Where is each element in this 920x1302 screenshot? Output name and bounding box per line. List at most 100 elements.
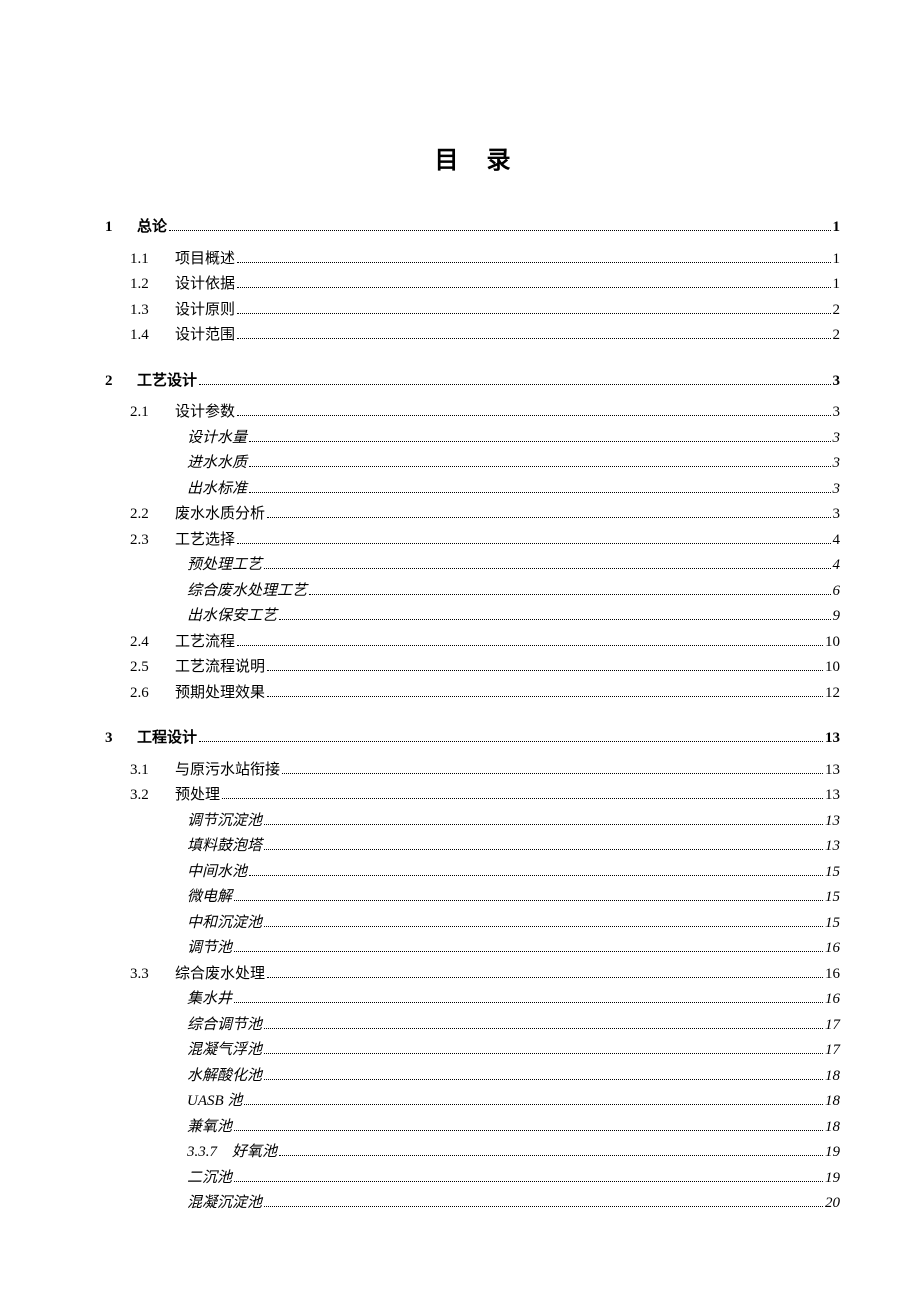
toc-entry: UASB 池 18 — [105, 1089, 840, 1115]
toc-page-number: 20 — [825, 1191, 840, 1217]
toc-page-number: 16 — [825, 936, 840, 962]
toc-page-number: 10 — [825, 655, 840, 681]
document-page: 目录 1总论11.1项目概述11.2设计依据11.3设计原则21.4设计范围22… — [0, 0, 920, 1277]
toc-entry: 1.4设计范围 2 — [105, 323, 840, 349]
toc-leader — [267, 977, 823, 978]
toc-entry: 2.1设计参数 3 — [105, 400, 840, 426]
toc-label: 调节沉淀池 — [187, 809, 262, 835]
toc-entry: 出水标准3 — [105, 477, 840, 503]
toc-label: 总论 — [137, 215, 167, 241]
toc-entry: 集水井 16 — [105, 987, 840, 1013]
toc-leader — [169, 230, 830, 231]
toc-page-number: 3 — [833, 426, 841, 452]
toc-page-number: 13 — [825, 726, 840, 752]
toc-page-number: 4 — [833, 528, 841, 554]
toc-label: 进水水质 — [187, 451, 247, 477]
toc-number: 2.6 — [130, 681, 175, 707]
toc-entry: 出水保安工艺9 — [105, 604, 840, 630]
toc-leader — [264, 1053, 823, 1054]
toc-label: 项目概述 — [175, 247, 235, 273]
toc-label: 设计依据 — [175, 272, 235, 298]
toc-leader — [244, 1104, 823, 1105]
toc-number: 1.3 — [130, 298, 175, 324]
toc-page-number: 6 — [833, 579, 841, 605]
toc-entry: 1.1项目概述 1 — [105, 247, 840, 273]
toc-page-number: 13 — [825, 758, 840, 784]
toc-page-number: 3 — [833, 451, 841, 477]
toc-page-number: 3 — [833, 477, 841, 503]
toc-leader — [309, 594, 830, 595]
toc-leader — [237, 415, 830, 416]
toc-page-number: 9 — [833, 604, 841, 630]
toc-label: 兼氧池 — [187, 1115, 232, 1141]
toc-label: 与原污水站衔接 — [175, 758, 280, 784]
toc-page-number: 2 — [833, 323, 841, 349]
toc-label: 中间水池 — [187, 860, 247, 886]
toc-page-number: 16 — [825, 962, 840, 988]
toc-label: 设计范围 — [175, 323, 235, 349]
toc-page-number: 4 — [833, 553, 841, 579]
toc-number: 2.5 — [130, 655, 175, 681]
toc-leader — [282, 773, 823, 774]
toc-page-number: 18 — [825, 1115, 840, 1141]
toc-number: 1.1 — [130, 247, 175, 273]
toc-number: 2.1 — [130, 400, 175, 426]
toc-entry: 1总论1 — [105, 215, 840, 241]
toc-page-number: 15 — [825, 911, 840, 937]
toc-label: 调节池 — [187, 936, 232, 962]
toc-label: 预处理 — [175, 783, 220, 809]
toc-label: 工艺设计 — [137, 369, 197, 395]
toc-leader — [264, 849, 823, 850]
toc-entry: 1.2设计依据1 — [105, 272, 840, 298]
toc-entry: 2.5工艺流程说明10 — [105, 655, 840, 681]
toc-page-number: 16 — [825, 987, 840, 1013]
toc-page-number: 15 — [825, 860, 840, 886]
toc-page-number: 13 — [825, 783, 840, 809]
toc-label: 填料鼓泡塔 — [187, 834, 262, 860]
toc-number: 3.2 — [130, 783, 175, 809]
toc-leader — [264, 1079, 823, 1080]
toc-entry: 1.3设计原则2 — [105, 298, 840, 324]
toc-page-number: 1 — [833, 247, 841, 273]
toc-entry: 进水水质 3 — [105, 451, 840, 477]
toc-entry: 综合调节池17 — [105, 1013, 840, 1039]
toc-label: 综合废水处理 — [175, 962, 265, 988]
toc-entry: 3.1与原污水站衔接 13 — [105, 758, 840, 784]
toc-label: 设计参数 — [175, 400, 235, 426]
toc-leader — [264, 568, 830, 569]
toc-page-number: 3 — [833, 502, 841, 528]
toc-entry: 预处理工艺4 — [105, 553, 840, 579]
toc-leader — [249, 492, 830, 493]
toc-entry: 3.2预处理 13 — [105, 783, 840, 809]
toc-leader — [237, 338, 830, 339]
toc-leader — [234, 900, 823, 901]
toc-number: 1.4 — [130, 323, 175, 349]
toc-label: 混凝沉淀池 — [187, 1191, 262, 1217]
toc-page-number: 2 — [833, 298, 841, 324]
toc-number: 2.2 — [130, 502, 175, 528]
toc-leader — [199, 384, 830, 385]
toc-page-number: 3 — [833, 400, 841, 426]
toc-label: 综合调节池 — [187, 1013, 262, 1039]
toc-label: 工艺流程 — [175, 630, 235, 656]
toc-page-number: 18 — [825, 1089, 840, 1115]
toc-label: UASB 池 — [187, 1089, 242, 1115]
table-of-contents: 1总论11.1项目概述11.2设计依据11.3设计原则21.4设计范围22工艺设… — [105, 215, 840, 1217]
toc-number: 3.1 — [130, 758, 175, 784]
toc-leader — [267, 517, 830, 518]
toc-page-number: 18 — [825, 1064, 840, 1090]
toc-leader — [249, 466, 830, 467]
page-title: 目录 — [105, 140, 840, 175]
toc-label: 混凝气浮池 — [187, 1038, 262, 1064]
toc-page-number: 1 — [833, 272, 841, 298]
toc-leader — [264, 824, 823, 825]
toc-number: 3.3.7 — [187, 1140, 232, 1166]
toc-number: 3 — [105, 726, 137, 752]
toc-entry: 兼氧池 18 — [105, 1115, 840, 1141]
toc-entry: 中和沉淀池15 — [105, 911, 840, 937]
toc-leader — [237, 287, 830, 288]
toc-leader — [199, 741, 823, 742]
toc-entry: 水解酸化池18 — [105, 1064, 840, 1090]
toc-leader — [279, 619, 830, 620]
toc-label: 集水井 — [187, 987, 232, 1013]
